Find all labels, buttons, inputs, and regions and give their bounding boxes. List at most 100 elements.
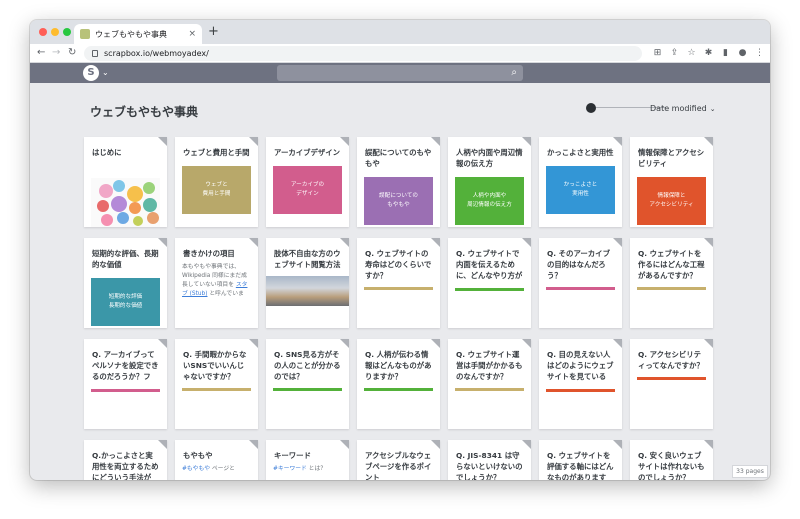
page-fold-icon [158, 339, 167, 348]
close-window-button[interactable] [39, 28, 47, 36]
card-color-bar [182, 388, 251, 391]
page-fold-icon [613, 137, 622, 146]
page-card[interactable]: Q. アーカイブってペルソナを設定できるのだろうか？フェ… [84, 339, 167, 429]
page-card[interactable]: もやもや #もやもや ページと [175, 440, 258, 480]
bubble-shape [143, 182, 155, 194]
page-fold-icon [704, 238, 713, 247]
page-card[interactable]: アーカイブデザイン アーカイブの デザイン [266, 137, 349, 227]
extensions-icon[interactable]: ✱ [704, 46, 713, 60]
page-fold-icon [340, 137, 349, 146]
card-title: 誤配についてのもやもや [365, 148, 432, 168]
tab-strip: ウェブもやもや事典 × + [30, 20, 770, 44]
url-text: scrapbox.io/webmoyadex/ [104, 49, 209, 58]
card-title: Q. ウェブサイト運営は手間がかかるものなんですか？ [456, 350, 523, 381]
hashtag-link[interactable]: #キーワード [273, 466, 307, 472]
card-title: アクセシブルなウェブページを作るポイント [365, 451, 432, 480]
bubble-shape [101, 214, 113, 226]
page-fold-icon [249, 238, 258, 247]
card-thumbnail: 短期的な評価 長期的な価値 [91, 278, 160, 326]
page-card[interactable]: Q.かっこよさと実用性を両立するためにどういう手法があ… [84, 440, 167, 480]
page-card[interactable]: 誤配についてのもやもや 誤配についての もやもや [357, 137, 440, 227]
card-title: 人柄や内面や周辺情報の伝え方 [456, 148, 523, 168]
reload-button[interactable]: ↻ [68, 46, 76, 60]
bubble-shape [117, 212, 129, 224]
install-icon[interactable]: ⊞ [653, 46, 662, 60]
page-card[interactable]: 書きかけの項目 本もやもや事典では、Wikipedia 同様にまだ成長していない項… [175, 238, 258, 328]
maximize-window-button[interactable] [63, 28, 71, 36]
card-title: かっこよさと実用性 [547, 148, 614, 157]
card-title: 書きかけの項目 [183, 249, 235, 258]
page-card[interactable]: かっこよさと実用性かっこよさと 実用性 [539, 137, 622, 227]
project-menu-caret-icon[interactable]: ⌄ [102, 66, 109, 80]
card-title: はじめに [92, 148, 122, 157]
new-tab-button[interactable]: + [208, 25, 219, 39]
page-card[interactable]: キーワード #キーワード とは？ [266, 440, 349, 480]
page-card[interactable]: 人柄や内面や周辺情報の伝え方人柄や内面や 周辺情報の伝え方 [448, 137, 531, 227]
page-card[interactable]: ウェブと費用と手間 ウェブと 費用と手間 [175, 137, 258, 227]
page-fold-icon [431, 339, 440, 348]
card-thumbnail: かっこよさと 実用性 [546, 166, 615, 214]
page-fold-icon [158, 238, 167, 247]
page-card[interactable]: 情報保障とアクセシビリティ 情報保障と アクセシビリティ [630, 137, 713, 227]
sort-dropdown[interactable]: Date modified ⌄ [650, 104, 716, 113]
card-thumbnail: 情報保障と アクセシビリティ [637, 177, 706, 225]
page-fold-icon [613, 238, 622, 247]
page-card[interactable]: はじめに [84, 137, 167, 227]
card-thumbnail: 人柄や内面や 周辺情報の伝え方 [455, 177, 524, 225]
page-card[interactable]: Q. 手間暇かからないSNSでいいんじゃないですか？ [175, 339, 258, 429]
card-title: Q. ウェブサイトで内面を伝えるために、どんなやり方があ… [456, 249, 523, 280]
page-card[interactable]: Q. SNS見る方がその人のことが分かるのでは？ [266, 339, 349, 429]
page-card[interactable]: アクセシブルなウェブページを作るポイント [357, 440, 440, 480]
page-fold-icon [249, 440, 258, 449]
profile-icon[interactable]: ● [738, 46, 747, 60]
page-card[interactable]: Q. そのアーカイブの目的はなんだろう？ [539, 238, 622, 328]
page-fold-icon [249, 339, 258, 348]
card-color-bar [273, 388, 342, 391]
page-card[interactable]: Q. ウェブサイトで内面を伝えるために、どんなやり方があ… [448, 238, 531, 328]
browser-window: ウェブもやもや事典 × + ← → ↻ scrapbox.io/webmoyad… [30, 20, 770, 480]
scrapbox-logo-icon[interactable]: S [83, 65, 99, 81]
page-card[interactable]: Q. ウェブサイトを作るにはどんな工程があるんですか？ [630, 238, 713, 328]
page-fold-icon [431, 137, 440, 146]
page-fold-icon [158, 440, 167, 449]
page-fold-icon [158, 137, 167, 146]
browser-tab[interactable]: ウェブもやもや事典 × [74, 24, 202, 44]
card-title: Q. 目の見えない人はどのようにウェブサイトを見ているの… [547, 350, 614, 381]
search-icon[interactable]: ⌕ [511, 67, 517, 79]
tab-close-icon[interactable]: × [188, 29, 196, 39]
address-bar[interactable]: scrapbox.io/webmoyadex/ [84, 46, 642, 61]
card-title: Q. ウェブサイトを作るにはどんな工程があるんですか？ [638, 249, 705, 280]
page-card[interactable]: Q. アクセシビリティってなんですか？ [630, 339, 713, 429]
page-card[interactable]: Q. ウェブサイトを評価する軸にはどんなものがありますか？ [539, 440, 622, 480]
share-icon[interactable]: ⇪ [670, 46, 679, 60]
card-title: Q. アーカイブってペルソナを設定できるのだろうか？フェ… [92, 350, 159, 381]
page-fold-icon [613, 339, 622, 348]
forward-button[interactable]: → [52, 46, 60, 60]
search-input[interactable]: ⌕ [277, 65, 523, 81]
card-color-bar [546, 389, 615, 392]
card-title: Q. 安く良いウェブサイトは作れないものでしょうか？ [638, 451, 705, 480]
slider-handle[interactable] [586, 103, 596, 113]
page-card[interactable]: Q. 安く良いウェブサイトは作れないものでしょうか？ [630, 440, 713, 480]
page-fold-icon [704, 137, 713, 146]
page-card[interactable]: Q. ウェブサイト運営は手間がかかるものなんですか？ [448, 339, 531, 429]
bubble-shape [113, 180, 125, 192]
bookmark-star-icon[interactable]: ☆ [687, 46, 696, 60]
hashtag-link[interactable]: #もやもや [182, 466, 210, 472]
page-card[interactable]: Q. 目の見えない人はどのようにウェブサイトを見ているの… [539, 339, 622, 429]
page-card[interactable]: 短期的な評価、長期的な価値 短期的な評価 長期的な価値 [84, 238, 167, 328]
page-card[interactable]: 肢体不自由な方のウェブサイト閲覧方法 [266, 238, 349, 328]
toolbar-icons: ⊞ ⇪ ☆ ✱ ▮ ● ⋮ [653, 46, 764, 60]
card-title: Q. そのアーカイブの目的はなんだろう？ [547, 249, 610, 280]
page-card[interactable]: Q. ウェブサイトの寿命はどのくらいですか？ [357, 238, 440, 328]
page-card[interactable]: Q. JIS-8341 は守らないといけないのでしょうか？ [448, 440, 531, 480]
page-fold-icon [522, 339, 531, 348]
page-card[interactable]: Q. 人柄が伝わる情報はどんなものがありますか？ [357, 339, 440, 429]
sort-label: Date modified [650, 104, 707, 113]
card-title: Q. JIS-8341 は守らないといけないのでしょうか？ [456, 451, 523, 480]
menu-kebab-icon[interactable]: ⋮ [755, 46, 764, 60]
back-button[interactable]: ← [37, 46, 45, 60]
side-panel-icon[interactable]: ▮ [721, 46, 730, 60]
minimize-window-button[interactable] [51, 28, 59, 36]
chevron-down-icon: ⌄ [709, 105, 716, 113]
